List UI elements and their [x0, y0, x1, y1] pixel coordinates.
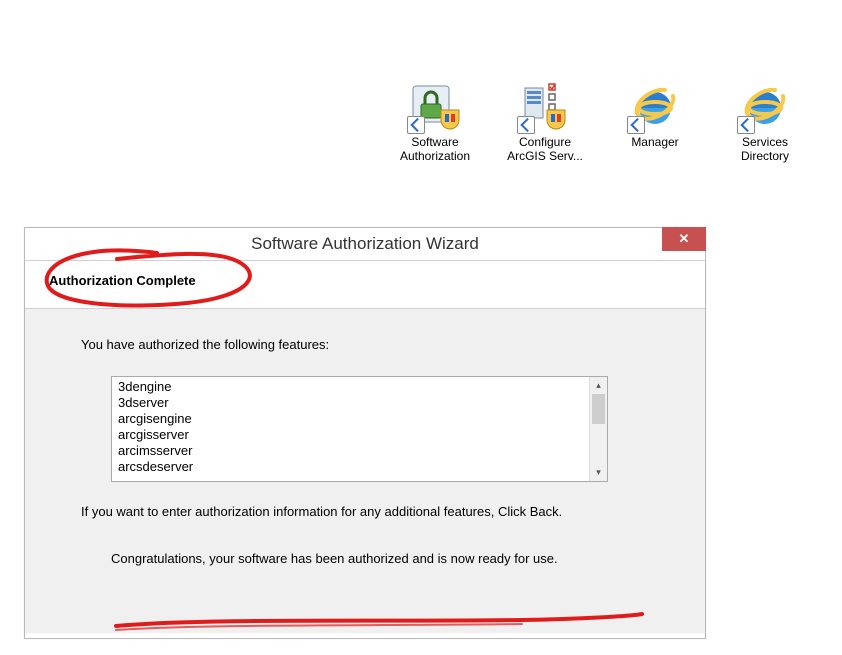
features-listbox[interactable]: 3dengine3dserverarcgisenginearcgisserver…	[111, 376, 608, 482]
desktop-icon-label: Services Directory	[720, 136, 810, 164]
feature-item[interactable]: 3dengine	[118, 379, 583, 395]
dialog-subheader: Authorization Complete	[25, 261, 705, 309]
feature-item[interactable]: arcgisserver	[118, 427, 583, 443]
desktop-icon-services-directory[interactable]: Services Directory	[720, 80, 810, 164]
desktop-icons-row: Software Authorization Configure ArcGIS …	[390, 80, 810, 164]
dialog-content: You have authorized the following featur…	[25, 309, 705, 633]
desktop-icon-manager[interactable]: Manager	[610, 80, 700, 164]
feature-item[interactable]: arcimsserver	[118, 443, 583, 459]
note-text: If you want to enter authorization infor…	[81, 504, 649, 519]
feature-item[interactable]: arcgisengine	[118, 411, 583, 427]
desktop-icon-label: Manager	[631, 136, 678, 150]
desktop-icon-configure-arcgis[interactable]: Configure ArcGIS Serv...	[500, 80, 590, 164]
close-button[interactable]: ✕	[662, 227, 706, 251]
lock-shield-icon	[409, 80, 461, 132]
congrats-text: Congratulations, your software has been …	[111, 551, 649, 566]
close-icon: ✕	[679, 231, 690, 247]
features-list: 3dengine3dserverarcgisenginearcgisserver…	[112, 377, 589, 481]
intro-text: You have authorized the following featur…	[81, 337, 649, 352]
scroll-down-icon[interactable]: ▾	[590, 464, 607, 481]
scroll-thumb[interactable]	[592, 394, 605, 424]
ie-icon	[629, 80, 681, 132]
desktop-icon-label: Configure ArcGIS Serv...	[500, 136, 590, 164]
scrollbar[interactable]: ▴ ▾	[589, 377, 607, 481]
scroll-up-icon[interactable]: ▴	[590, 377, 607, 394]
wizard-dialog: Software Authorization Wizard ✕ Authoriz…	[24, 227, 706, 639]
feature-item[interactable]: 3dserver	[118, 395, 583, 411]
titlebar: Software Authorization Wizard ✕	[25, 228, 705, 261]
server-shield-icon	[519, 80, 571, 132]
ie-icon	[739, 80, 791, 132]
dialog-heading: Authorization Complete	[49, 273, 196, 288]
desktop-icon-software-authorization[interactable]: Software Authorization	[390, 80, 480, 164]
feature-item[interactable]: arcsdeserver	[118, 459, 583, 475]
desktop-icon-label: Software Authorization	[390, 136, 480, 164]
dialog-title: Software Authorization Wizard	[251, 234, 479, 254]
